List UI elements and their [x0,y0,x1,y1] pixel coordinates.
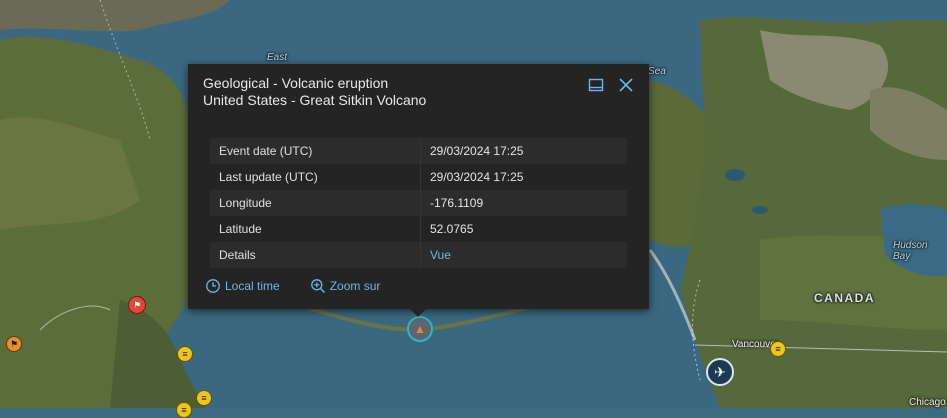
attribute-table: Event date (UTC) 29/03/2024 17:25 Last u… [210,138,627,268]
table-row: Latitude 52.0765 [210,216,627,242]
attr-key: Details [210,242,421,268]
event-popup: Geological - Volcanic eruption United St… [188,64,649,317]
close-icon[interactable] [617,76,635,94]
popup-actions: Local time Zoom sur [205,278,380,294]
zoom-in-icon [310,279,325,294]
zoom-to-label: Zoom sur [329,279,381,293]
attr-key: Event date (UTC) [210,138,421,164]
details-link[interactable]: Vue [430,248,451,262]
map-label-hudson-bay: Hudson Bay [893,240,928,262]
attr-key: Last update (UTC) [210,164,421,190]
event-marker-orange[interactable]: ⚑ [6,336,22,352]
map-label-east: East [267,52,288,63]
event-marker-yellow[interactable]: ≡ [770,341,786,357]
attr-value: 29/03/2024 17:25 [420,164,627,190]
airplane-icon[interactable]: ✈ [706,358,734,386]
attr-value-details: Vue [420,242,627,268]
event-marker-yellow[interactable]: ≡ [177,346,193,362]
event-marker-yellow[interactable]: ≡ [196,390,212,406]
attr-value: 29/03/2024 17:25 [420,138,627,164]
clock-icon [206,279,220,293]
dock-icon[interactable] [587,76,605,94]
attr-value: -176.1109 [420,190,627,216]
event-marker-fire[interactable]: ⚑ [128,296,146,314]
local-time-button[interactable]: Local time [205,278,280,294]
volcano-icon[interactable]: ▲ [407,316,433,342]
zoom-to-button[interactable]: Zoom sur [310,278,381,294]
local-time-label: Local time [225,279,280,293]
table-row: Longitude -176.1109 [210,190,627,216]
table-row: Event date (UTC) 29/03/2024 17:25 [210,138,627,164]
map-label-sea: Sea [648,66,666,77]
table-row: Last update (UTC) 29/03/2024 17:25 [210,164,627,190]
popup-title-location: United States - Great Sitkin Volcano [203,92,427,108]
attr-value: 52.0765 [420,216,627,242]
popup-title-category: Geological - Volcanic eruption [203,75,389,91]
popup-title: Geological - Volcanic eruption United St… [203,75,426,109]
event-marker-yellow[interactable]: ≡ [176,402,192,418]
map-label-chicago: Chicago [909,397,946,408]
table-row: Details Vue [210,242,627,268]
attr-key: Latitude [210,216,421,242]
attr-key: Longitude [210,190,421,216]
map-label-canada: CANADA [814,291,875,305]
